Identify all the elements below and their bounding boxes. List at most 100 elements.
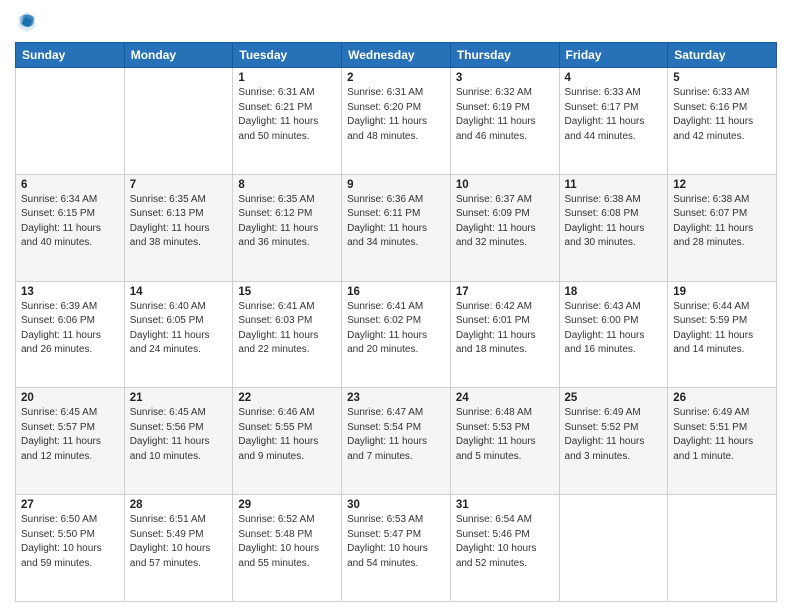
- calendar-cell: 7 Sunrise: 6:35 AM Sunset: 6:13 PM Dayli…: [124, 174, 233, 281]
- day-info: Sunrise: 6:54 AM Sunset: 5:46 PM Dayligh…: [456, 513, 554, 571]
- day-number: 24: [456, 392, 554, 404]
- calendar-cell: 6 Sunrise: 6:34 AM Sunset: 6:15 PM Dayli…: [16, 174, 125, 281]
- weekday-header-friday: Friday: [559, 43, 668, 68]
- day-number: 27: [21, 499, 119, 511]
- calendar-cell: 2 Sunrise: 6:31 AM Sunset: 6:20 PM Dayli…: [342, 68, 451, 175]
- day-info: Sunrise: 6:33 AM Sunset: 6:16 PM Dayligh…: [673, 86, 771, 144]
- day-number: 17: [456, 286, 554, 298]
- day-number: 30: [347, 499, 445, 511]
- weekday-header-wednesday: Wednesday: [342, 43, 451, 68]
- calendar-cell: 17 Sunrise: 6:42 AM Sunset: 6:01 PM Dayl…: [450, 281, 559, 388]
- calendar-week-row: 1 Sunrise: 6:31 AM Sunset: 6:21 PM Dayli…: [16, 68, 777, 175]
- calendar-cell: 31 Sunrise: 6:54 AM Sunset: 5:46 PM Dayl…: [450, 495, 559, 602]
- day-number: 18: [565, 286, 663, 298]
- day-number: 2: [347, 72, 445, 84]
- calendar-cell: 19 Sunrise: 6:44 AM Sunset: 5:59 PM Dayl…: [668, 281, 777, 388]
- calendar-cell: 10 Sunrise: 6:37 AM Sunset: 6:09 PM Dayl…: [450, 174, 559, 281]
- day-number: 3: [456, 72, 554, 84]
- day-number: 12: [673, 179, 771, 191]
- day-number: 20: [21, 392, 119, 404]
- day-number: 22: [238, 392, 336, 404]
- weekday-header-monday: Monday: [124, 43, 233, 68]
- weekday-header-saturday: Saturday: [668, 43, 777, 68]
- day-info: Sunrise: 6:41 AM Sunset: 6:02 PM Dayligh…: [347, 300, 445, 358]
- calendar-cell: 14 Sunrise: 6:40 AM Sunset: 6:05 PM Dayl…: [124, 281, 233, 388]
- logo-icon: [15, 10, 39, 34]
- calendar-cell: 23 Sunrise: 6:47 AM Sunset: 5:54 PM Dayl…: [342, 388, 451, 495]
- day-info: Sunrise: 6:32 AM Sunset: 6:19 PM Dayligh…: [456, 86, 554, 144]
- page: SundayMondayTuesdayWednesdayThursdayFrid…: [0, 0, 792, 612]
- day-info: Sunrise: 6:47 AM Sunset: 5:54 PM Dayligh…: [347, 406, 445, 464]
- calendar-cell: 3 Sunrise: 6:32 AM Sunset: 6:19 PM Dayli…: [450, 68, 559, 175]
- calendar-cell: [668, 495, 777, 602]
- day-info: Sunrise: 6:45 AM Sunset: 5:57 PM Dayligh…: [21, 406, 119, 464]
- calendar-cell: 16 Sunrise: 6:41 AM Sunset: 6:02 PM Dayl…: [342, 281, 451, 388]
- day-info: Sunrise: 6:42 AM Sunset: 6:01 PM Dayligh…: [456, 300, 554, 358]
- calendar-cell: 30 Sunrise: 6:53 AM Sunset: 5:47 PM Dayl…: [342, 495, 451, 602]
- day-info: Sunrise: 6:36 AM Sunset: 6:11 PM Dayligh…: [347, 193, 445, 251]
- calendar-cell: 8 Sunrise: 6:35 AM Sunset: 6:12 PM Dayli…: [233, 174, 342, 281]
- day-info: Sunrise: 6:53 AM Sunset: 5:47 PM Dayligh…: [347, 513, 445, 571]
- calendar-cell: [559, 495, 668, 602]
- day-number: 1: [238, 72, 336, 84]
- day-number: 5: [673, 72, 771, 84]
- calendar-cell: 26 Sunrise: 6:49 AM Sunset: 5:51 PM Dayl…: [668, 388, 777, 495]
- day-number: 6: [21, 179, 119, 191]
- calendar-week-row: 27 Sunrise: 6:50 AM Sunset: 5:50 PM Dayl…: [16, 495, 777, 602]
- day-number: 25: [565, 392, 663, 404]
- calendar-cell: 12 Sunrise: 6:38 AM Sunset: 6:07 PM Dayl…: [668, 174, 777, 281]
- day-number: 31: [456, 499, 554, 511]
- calendar-cell: 20 Sunrise: 6:45 AM Sunset: 5:57 PM Dayl…: [16, 388, 125, 495]
- weekday-header-thursday: Thursday: [450, 43, 559, 68]
- day-info: Sunrise: 6:49 AM Sunset: 5:51 PM Dayligh…: [673, 406, 771, 464]
- day-info: Sunrise: 6:38 AM Sunset: 6:08 PM Dayligh…: [565, 193, 663, 251]
- calendar-cell: 29 Sunrise: 6:52 AM Sunset: 5:48 PM Dayl…: [233, 495, 342, 602]
- day-info: Sunrise: 6:49 AM Sunset: 5:52 PM Dayligh…: [565, 406, 663, 464]
- calendar-cell: [124, 68, 233, 175]
- calendar-week-row: 6 Sunrise: 6:34 AM Sunset: 6:15 PM Dayli…: [16, 174, 777, 281]
- day-info: Sunrise: 6:31 AM Sunset: 6:20 PM Dayligh…: [347, 86, 445, 144]
- calendar-cell: 27 Sunrise: 6:50 AM Sunset: 5:50 PM Dayl…: [16, 495, 125, 602]
- calendar-cell: 21 Sunrise: 6:45 AM Sunset: 5:56 PM Dayl…: [124, 388, 233, 495]
- day-info: Sunrise: 6:35 AM Sunset: 6:13 PM Dayligh…: [130, 193, 228, 251]
- day-info: Sunrise: 6:34 AM Sunset: 6:15 PM Dayligh…: [21, 193, 119, 251]
- calendar-cell: 28 Sunrise: 6:51 AM Sunset: 5:49 PM Dayl…: [124, 495, 233, 602]
- day-info: Sunrise: 6:51 AM Sunset: 5:49 PM Dayligh…: [130, 513, 228, 571]
- calendar-cell: 11 Sunrise: 6:38 AM Sunset: 6:08 PM Dayl…: [559, 174, 668, 281]
- day-number: 10: [456, 179, 554, 191]
- day-number: 14: [130, 286, 228, 298]
- calendar-cell: 18 Sunrise: 6:43 AM Sunset: 6:00 PM Dayl…: [559, 281, 668, 388]
- day-info: Sunrise: 6:40 AM Sunset: 6:05 PM Dayligh…: [130, 300, 228, 358]
- calendar-cell: 13 Sunrise: 6:39 AM Sunset: 6:06 PM Dayl…: [16, 281, 125, 388]
- day-number: 13: [21, 286, 119, 298]
- calendar-cell: 25 Sunrise: 6:49 AM Sunset: 5:52 PM Dayl…: [559, 388, 668, 495]
- day-number: 21: [130, 392, 228, 404]
- day-info: Sunrise: 6:39 AM Sunset: 6:06 PM Dayligh…: [21, 300, 119, 358]
- calendar-cell: 5 Sunrise: 6:33 AM Sunset: 6:16 PM Dayli…: [668, 68, 777, 175]
- day-number: 7: [130, 179, 228, 191]
- weekday-header-tuesday: Tuesday: [233, 43, 342, 68]
- calendar-week-row: 13 Sunrise: 6:39 AM Sunset: 6:06 PM Dayl…: [16, 281, 777, 388]
- day-info: Sunrise: 6:37 AM Sunset: 6:09 PM Dayligh…: [456, 193, 554, 251]
- day-number: 26: [673, 392, 771, 404]
- day-number: 28: [130, 499, 228, 511]
- day-number: 11: [565, 179, 663, 191]
- calendar-week-row: 20 Sunrise: 6:45 AM Sunset: 5:57 PM Dayl…: [16, 388, 777, 495]
- day-info: Sunrise: 6:35 AM Sunset: 6:12 PM Dayligh…: [238, 193, 336, 251]
- day-info: Sunrise: 6:41 AM Sunset: 6:03 PM Dayligh…: [238, 300, 336, 358]
- day-info: Sunrise: 6:48 AM Sunset: 5:53 PM Dayligh…: [456, 406, 554, 464]
- calendar-cell: 9 Sunrise: 6:36 AM Sunset: 6:11 PM Dayli…: [342, 174, 451, 281]
- day-info: Sunrise: 6:46 AM Sunset: 5:55 PM Dayligh…: [238, 406, 336, 464]
- calendar-table: SundayMondayTuesdayWednesdayThursdayFrid…: [15, 42, 777, 602]
- weekday-header-row: SundayMondayTuesdayWednesdayThursdayFrid…: [16, 43, 777, 68]
- day-info: Sunrise: 6:52 AM Sunset: 5:48 PM Dayligh…: [238, 513, 336, 571]
- calendar-cell: [16, 68, 125, 175]
- calendar-cell: 1 Sunrise: 6:31 AM Sunset: 6:21 PM Dayli…: [233, 68, 342, 175]
- calendar-cell: 15 Sunrise: 6:41 AM Sunset: 6:03 PM Dayl…: [233, 281, 342, 388]
- day-number: 4: [565, 72, 663, 84]
- calendar-cell: 24 Sunrise: 6:48 AM Sunset: 5:53 PM Dayl…: [450, 388, 559, 495]
- day-number: 29: [238, 499, 336, 511]
- day-number: 8: [238, 179, 336, 191]
- day-info: Sunrise: 6:45 AM Sunset: 5:56 PM Dayligh…: [130, 406, 228, 464]
- day-info: Sunrise: 6:44 AM Sunset: 5:59 PM Dayligh…: [673, 300, 771, 358]
